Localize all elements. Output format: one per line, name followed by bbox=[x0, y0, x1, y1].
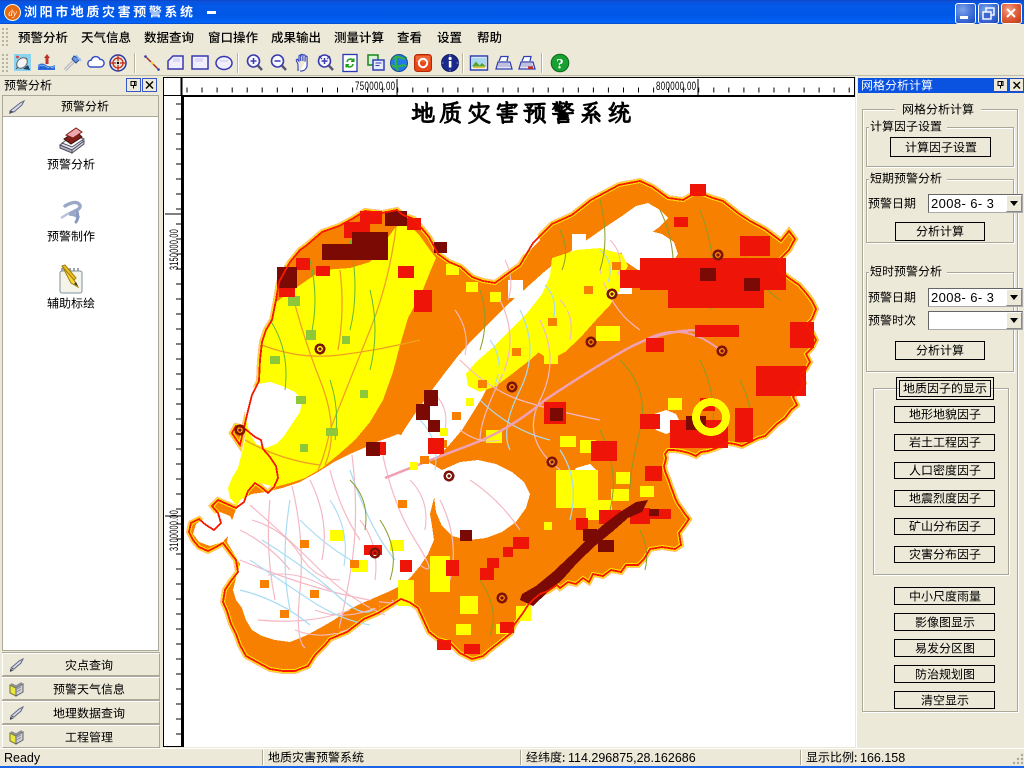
svg-text:?: ? bbox=[556, 57, 564, 73]
svg-text:dy: dy bbox=[8, 8, 17, 18]
